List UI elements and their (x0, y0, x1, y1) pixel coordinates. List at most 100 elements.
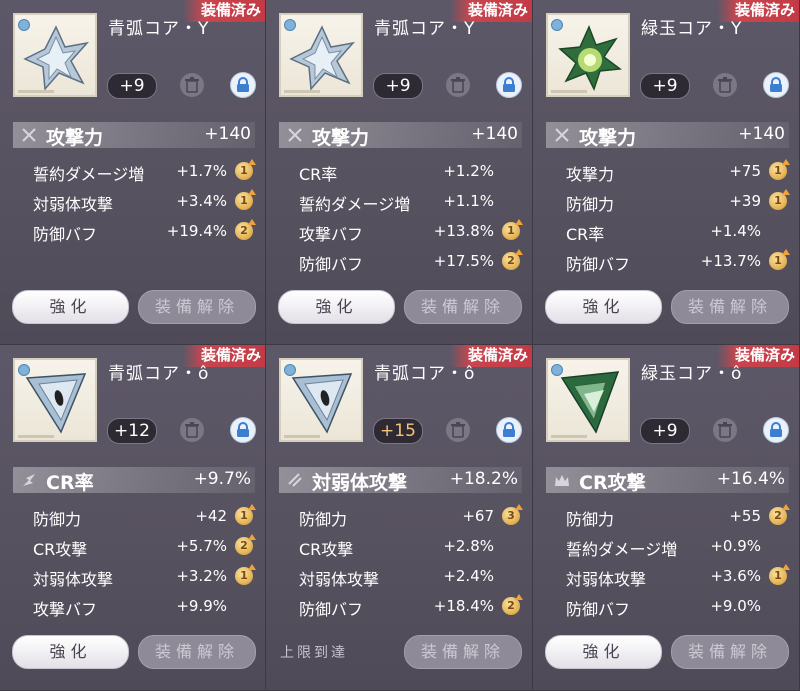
lock-icon[interactable] (496, 72, 522, 98)
sub-stat-value: +1.4% (710, 222, 761, 240)
core-card[interactable]: 装備済み 緑玉コア・ô +9 CR攻撃 +16.4% 防御力 +55 2 誓約ダ… (533, 345, 800, 691)
trash-icon[interactable] (180, 73, 204, 97)
weakness-attack-icon (288, 473, 302, 487)
blue-crystal-icon (289, 25, 356, 91)
core-name: 青弧コア・Y (108, 19, 210, 39)
core-card[interactable]: 装備済み 青弧コア・ô +15 対弱体攻撃 +18.2% 防御力 +67 3 C… (266, 345, 533, 691)
trash-icon[interactable] (713, 418, 737, 442)
upgrade-roll-icon: 1 (769, 189, 790, 210)
sub-stat: 攻撃バフ +13.8% 1 (299, 218, 523, 244)
upgrade-roll-icon: 1 (769, 564, 790, 585)
sub-stat-label: CR攻撃 (299, 540, 354, 559)
rarity-strip (551, 435, 587, 438)
sub-stat: 防御力 +39 1 (566, 188, 790, 214)
trash-icon[interactable] (180, 418, 204, 442)
upgrade-roll-icon: 2 (235, 219, 256, 240)
sub-stat: 防御バフ +19.4% 2 (33, 218, 256, 244)
sub-stat: 防御バフ +9.0% (566, 593, 789, 619)
lock-icon[interactable] (496, 417, 522, 443)
sub-stat-label: 防御バフ (566, 600, 631, 619)
sub-stat-value: +18.4% (433, 597, 494, 615)
core-thumbnail[interactable] (546, 358, 630, 442)
main-stat-label: CR率 (46, 472, 94, 494)
unequip-button[interactable]: 装備解除 (138, 290, 256, 324)
trash-icon[interactable] (446, 73, 470, 97)
core-thumbnail[interactable] (279, 13, 363, 97)
core-thumbnail[interactable] (13, 358, 97, 442)
core-thumbnail[interactable] (546, 13, 630, 97)
main-stat-value: +140 (471, 124, 518, 144)
sub-stat: CR率 +1.2% (299, 158, 522, 184)
sub-stat: CR率 +1.4% (566, 218, 789, 244)
sub-stat: 防御バフ +18.4% 2 (299, 593, 523, 619)
unequip-button[interactable]: 装備解除 (404, 635, 522, 669)
upgrade-roll-icon: 3 (502, 504, 523, 525)
core-card[interactable]: 装備済み 緑玉コア・Y +9 攻撃力 +140 攻撃力 +75 1 防御力 +3… (533, 0, 800, 345)
trash-icon[interactable] (713, 73, 737, 97)
sub-stat: 誓約ダメージ増 +1.1% (299, 188, 522, 214)
sub-stat-label: 対弱体攻撃 (566, 570, 647, 589)
sub-stat-label: 攻撃力 (566, 165, 615, 184)
sub-stat-value: +42 (195, 507, 227, 525)
lock-icon[interactable] (230, 72, 256, 98)
sub-stat-value: +13.7% (700, 252, 761, 270)
upgrade-roll-icon: 1 (235, 564, 256, 585)
sub-stat-label: 防御力 (299, 510, 348, 529)
level-badge: +9 (107, 73, 157, 99)
sub-stat-value: +2.8% (443, 537, 494, 555)
sub-stat-label: 誓約ダメージ増 (299, 195, 411, 214)
enhance-button[interactable]: 強化 (12, 290, 129, 324)
level-badge: +9 (640, 73, 690, 99)
main-stat: 対弱体攻撃 +18.2% (279, 467, 522, 494)
upgrade-roll-icon: 1 (235, 159, 256, 180)
sub-stat-label: CR攻撃 (33, 540, 88, 559)
unequip-button[interactable]: 装備解除 (138, 635, 256, 669)
enhance-button[interactable]: 強化 (545, 290, 662, 324)
enhance-button[interactable]: 強化 (545, 635, 662, 669)
sub-stat-label: 防御力 (566, 510, 615, 529)
sub-stat: 対弱体攻撃 +3.4% 1 (33, 188, 256, 214)
level-badge: +12 (107, 418, 157, 444)
core-card[interactable]: 装備済み 青弧コア・ô +12 CR率 +9.7% 防御力 +42 1 CR攻撃… (0, 345, 266, 691)
lock-icon[interactable] (763, 72, 789, 98)
sub-stat-value: +75 (729, 162, 761, 180)
sub-stat: 防御力 +67 3 (299, 503, 523, 529)
core-thumbnail[interactable] (13, 13, 97, 97)
sub-stat-label: 防御バフ (299, 600, 364, 619)
upgrade-roll-icon: 1 (235, 189, 256, 210)
green-crystal-icon (560, 371, 620, 434)
upgrade-roll-icon: 2 (235, 534, 256, 555)
sword-icon (555, 128, 569, 142)
sub-stat: 防御力 +55 2 (566, 503, 790, 529)
sub-stat: 誓約ダメージ増 +0.9% (566, 533, 789, 559)
sub-stat: 攻撃力 +75 1 (566, 158, 790, 184)
main-stat: 攻撃力 +140 (13, 122, 255, 149)
main-stat-value: +18.2% (449, 469, 518, 489)
sub-stat-value: +1.1% (443, 192, 494, 210)
core-thumbnail[interactable] (279, 358, 363, 442)
lock-icon[interactable] (230, 417, 256, 443)
unequip-button[interactable]: 装備解除 (671, 635, 789, 669)
sub-stat: CR攻撃 +2.8% (299, 533, 522, 559)
enhance-button[interactable]: 強化 (12, 635, 129, 669)
sub-stat-label: CR率 (566, 225, 605, 244)
unequip-button[interactable]: 装備解除 (404, 290, 522, 324)
sub-stat-value: +0.9% (710, 537, 761, 555)
core-name: 青弧コア・ô (108, 364, 210, 384)
sub-stat: 対弱体攻撃 +3.2% 1 (33, 563, 256, 589)
lock-icon[interactable] (763, 417, 789, 443)
sub-stat-value: +3.2% (176, 567, 227, 585)
main-stat-value: +9.7% (193, 469, 251, 489)
sub-stat-label: 対弱体攻撃 (33, 195, 114, 214)
sub-stat-value: +9.9% (176, 597, 227, 615)
upgrade-roll-icon: 2 (769, 504, 790, 525)
sub-stat-value: +9.0% (710, 597, 761, 615)
sub-stat-value: +3.6% (710, 567, 761, 585)
enhance-button[interactable]: 強化 (278, 290, 395, 324)
level-badge: +9 (640, 418, 690, 444)
core-card[interactable]: 装備済み 青弧コア・Y +9 攻撃力 +140 CR率 +1.2% 誓約ダメージ (266, 0, 533, 345)
unequip-button[interactable]: 装備解除 (671, 290, 789, 324)
core-name: 青弧コア・Y (374, 19, 476, 39)
core-card[interactable]: 装備済み 青弧コア・Y +9 攻撃力 +140 誓約ダメージ増 +1.7% 1 (0, 0, 266, 345)
trash-icon[interactable] (446, 418, 470, 442)
